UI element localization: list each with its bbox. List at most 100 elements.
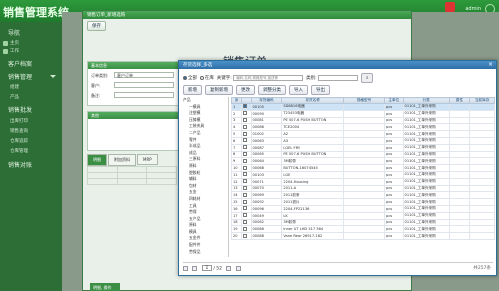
user-avatar-icon[interactable] [445,2,455,12]
table-row[interactable]: 7 00087 LGEL FRY pcs 01101_工单外采购 [231,143,495,152]
sidebar-item-warehouse[interactable]: 仓库管理 [10,148,28,154]
row-checkbox[interactable] [243,152,248,156]
sidebar-item-work[interactable]: 工作 [10,48,19,54]
close-icon[interactable]: × [488,61,493,68]
row-checkbox[interactable] [243,213,248,218]
row-checkbox[interactable] [243,199,248,204]
row-checkbox[interactable] [243,145,248,150]
row-checkbox[interactable] [243,206,248,211]
copy-add-button[interactable]: 复制新增 [205,85,233,95]
prev-page-icon[interactable] [192,265,198,271]
radio-stock[interactable] [199,75,204,80]
radio-all[interactable] [183,75,187,80]
row-checkbox[interactable] [243,179,248,184]
table-row[interactable]: 13 00070 2011-A pcs 01101_工单外采购 [231,184,495,193]
tree-node[interactable]: 半成品 [183,143,228,150]
tree-node[interactable]: 三原料 [183,156,228,163]
table-row[interactable]: 14 00069 2011胶条 pcs 01101_工单外采购 [231,191,495,200]
table-row[interactable]: 1 00105 SD8816电器 pcs 01101_工单外采购 [231,103,495,111]
tree-node[interactable]: 塑胶粒 [183,170,228,177]
table-row[interactable]: 3 00081 PE 507-6 PUSH BUTTON pcs 01101_工单外采购 [231,116,495,125]
table-row[interactable]: 16 00096 2204-FP22136 pcs 01101_工单外采购 [231,204,495,213]
bottom-action-bar[interactable]: 明细, 操作 [90,283,120,291]
tree-node[interactable]: 四耗材 [183,196,228,203]
sidebar-item-wholesale[interactable]: 销售批发 [8,105,32,114]
tree-node[interactable]: 原料 [183,222,228,229]
table-row[interactable]: 19 00086 Inner UT LHD 517 564 pcs 01101_工单外采… [231,225,495,234]
table-row[interactable]: 11 00103 LGE pcs 01101_工单外采购 [231,170,495,179]
sidebar-item-products[interactable]: 产品 [10,94,19,100]
row-checkbox[interactable] [243,104,248,109]
category-select[interactable] [318,74,359,81]
last-page-icon[interactable] [235,265,241,271]
sidebar-item-customers[interactable]: 客户档案 [8,59,32,68]
order-type-select[interactable]: 客户订单 [114,72,174,78]
sidebar-item-reconcile[interactable]: 销售对账 [8,160,32,169]
table-row[interactable]: 2 00090 T23453电器 pcs 01101_工单外采购 [231,109,495,118]
tree-node[interactable]: 配件件 [183,242,228,249]
tree-node[interactable]: 产品 [183,97,228,104]
tree-node[interactable]: 零件 [183,137,228,144]
sidebar-item-sales[interactable]: 销售管理 [8,72,32,81]
tab-mrp[interactable]: MRP [137,154,158,165]
tree-node[interactable]: 五金 [183,189,228,196]
reclassify-button[interactable]: 调整分类 [258,85,286,95]
row-checkbox[interactable] [243,192,248,197]
tree-node[interactable]: 压铸模 [183,117,228,124]
tab-extra[interactable]: 附加资料 [108,154,136,166]
tree-node[interactable]: 原料 [183,163,228,170]
row-checkbox[interactable] [243,186,248,190]
sidebar-item-tracking[interactable]: 仓库追踪 [10,138,28,144]
table-row[interactable]: 6 00063 A3 pcs 01101_工单外采购 [231,136,495,145]
tree-node[interactable]: 工装夹具 [183,123,228,130]
row-checkbox[interactable] [243,118,248,122]
sidebar-item-print[interactable]: 出库打印 [10,118,28,124]
tree-node[interactable]: 劳保品 [183,249,228,256]
row-checkbox[interactable] [243,165,248,170]
row-checkbox[interactable] [243,111,248,116]
table-row[interactable]: 20 00088 Vane Rear 26917-182 pcs 01101_工单外采购 [231,232,495,240]
sidebar-item-query[interactable]: 销售查询 [10,128,28,134]
tree-node[interactable]: 劳保 [183,209,228,216]
row-checkbox[interactable] [243,226,248,231]
tree-node[interactable]: 二产品 [183,130,228,137]
table-row[interactable]: 12 00071 2204-Housing pcs 01101_工单外采购 [231,177,495,186]
page-input[interactable]: 1 [201,265,212,271]
row-checkbox[interactable] [243,172,248,177]
row-checkbox[interactable] [243,158,248,163]
customer-field[interactable] [114,82,174,88]
keyword-input[interactable]: 编码,名称,规格型号,描述等 [233,74,304,81]
import-button[interactable]: 导入 [289,85,308,95]
table-row[interactable] [87,178,177,185]
next-page-icon[interactable] [226,265,232,271]
tree-node[interactable]: 模具 [183,229,228,236]
table-row[interactable]: 10 00068 BUTTON-16074545 pcs 01101_工单外采购 [231,164,495,172]
row-checkbox[interactable] [243,233,248,238]
table-row[interactable]: 9 00064 3M胶带 pcs 01101_工单外采购 [231,157,495,166]
remark-field[interactable] [114,92,174,98]
tree-node[interactable]: 工具 [183,203,228,210]
add-button[interactable]: 新增 [183,85,202,95]
tree-node[interactable]: 五金件 [183,235,228,242]
table-row[interactable]: 15 00092 2011铁片 pcs 01101_工单外采购 [231,198,495,206]
tree-node[interactable]: 包材 [183,183,228,190]
row-checkbox[interactable] [243,124,248,129]
sidebar-item-assembly[interactable]: 组建 [10,84,19,90]
tree-node[interactable]: 五产品 [183,216,228,223]
export-button[interactable]: 导出 [311,85,330,95]
sidebar-item-home[interactable]: 主页 [10,40,19,46]
row-checkbox[interactable] [243,220,248,224]
table-row[interactable]: 4 00086 TCE2004 pcs 01101_工单外采购 [231,123,495,132]
save-button[interactable]: 保存 [87,21,106,31]
tree-node[interactable]: 一模具 [183,104,228,111]
table-row[interactable]: 18 00062 3M胶带 pcs 01101_工单外采购 [231,218,495,227]
row-checkbox[interactable] [243,138,248,143]
table-row[interactable]: 17 00049 LK pcs 01101_工单外采购 [231,211,495,220]
table-row[interactable]: 5 01002 A2 pcs 01101_工单外采购 [231,130,495,138]
first-page-icon[interactable] [183,265,188,271]
table-row[interactable]: 8 00065 PE 507-6 PUSH BUTTON pcs 01101_工单外采购 [231,150,495,159]
search-icon[interactable]: ⌕ [360,73,374,83]
tree-node[interactable]: 成品 [183,150,228,157]
tree-node[interactable]: 注塑模 [183,110,228,117]
sidebar-item-nav[interactable]: 导航 [8,28,20,37]
